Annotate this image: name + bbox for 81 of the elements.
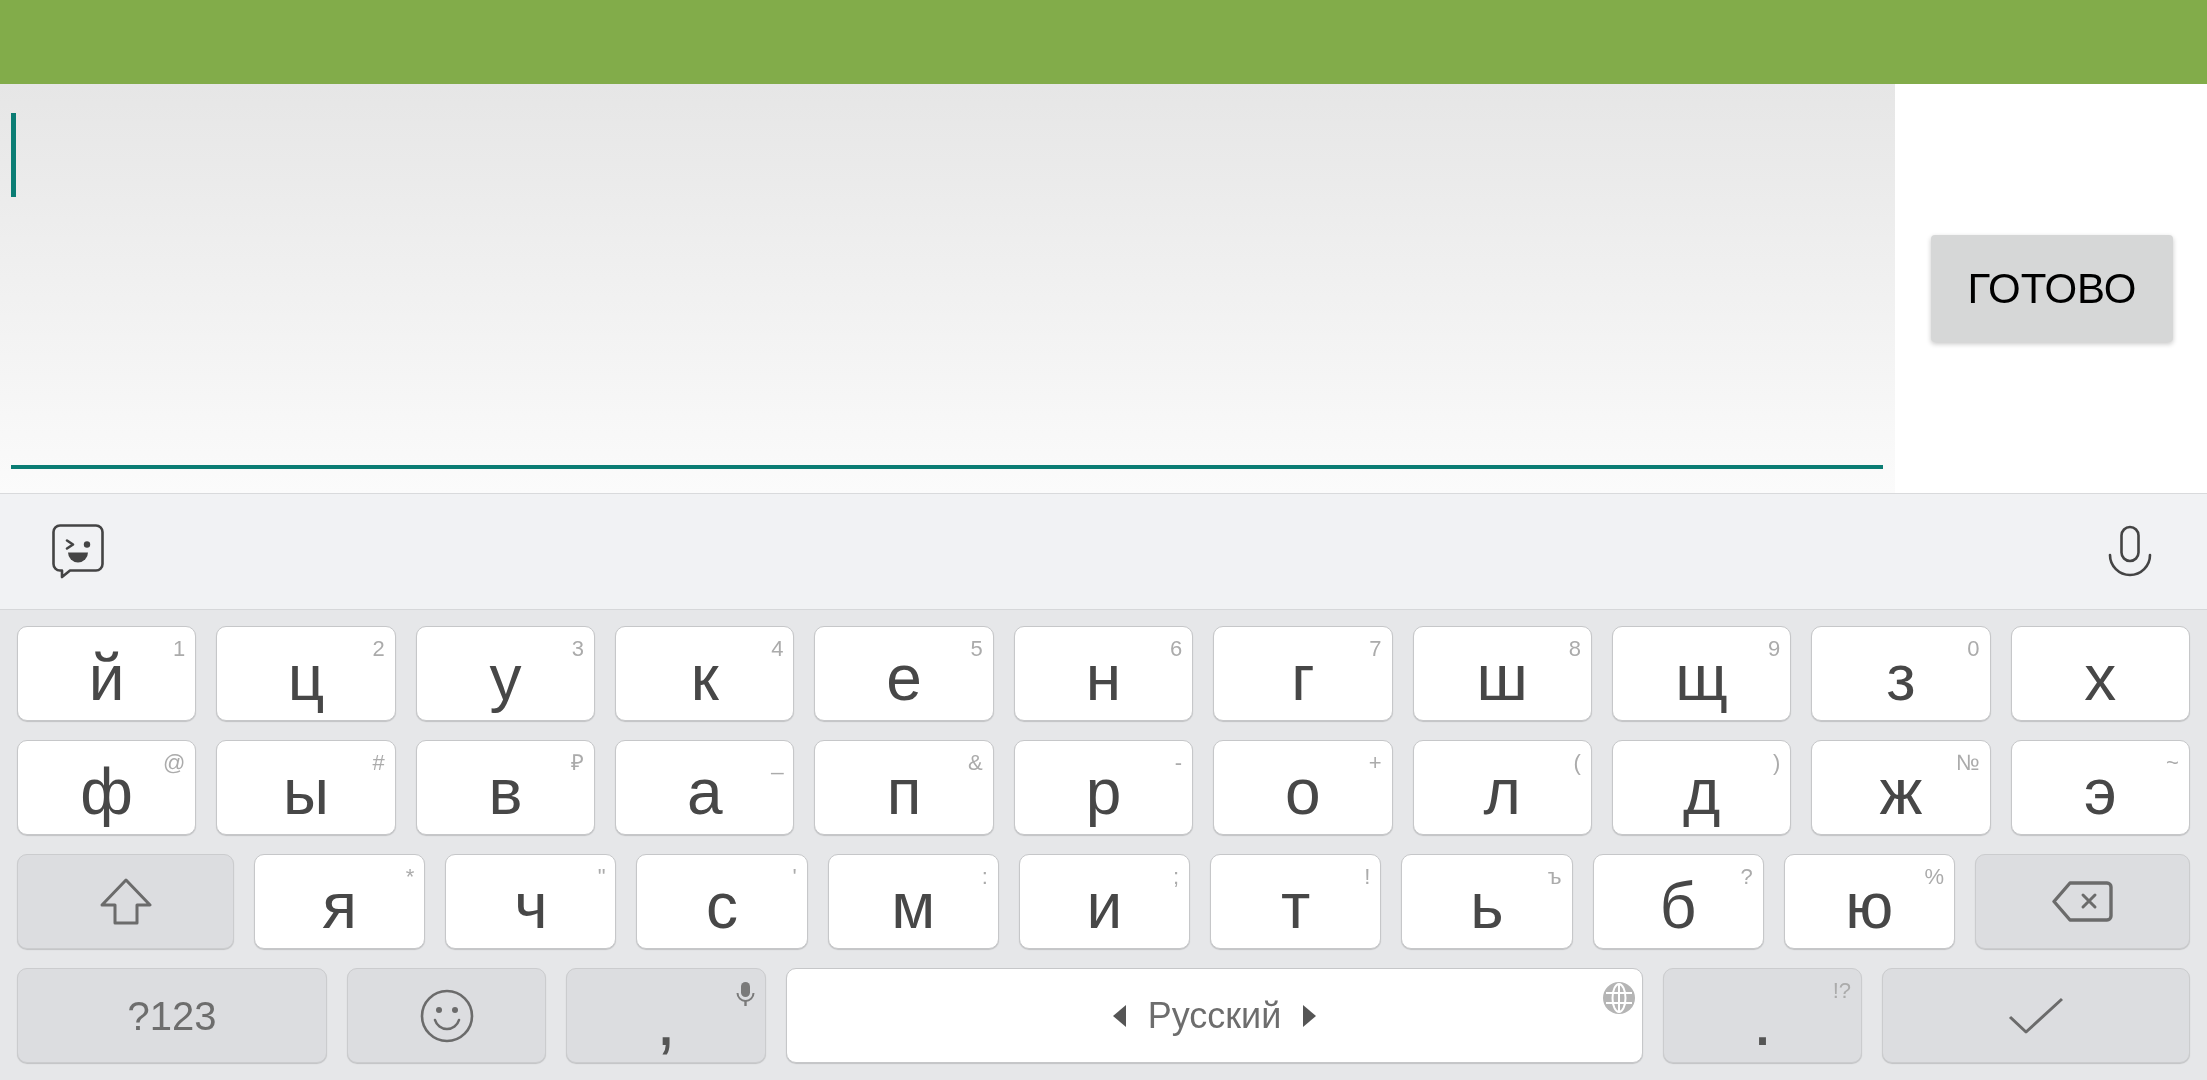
key-hint: * [405,866,415,888]
winking-bubble-icon[interactable] [52,524,104,579]
key-hint: 6 [1169,638,1183,660]
letter-key[interactable]: е 5 [814,626,994,721]
key-hint: 8 [1568,638,1581,660]
shift-arrow-icon [99,878,152,925]
key-hint: & [968,752,983,774]
caret-right-icon [1303,1004,1317,1027]
letter-key[interactable]: й 1 [17,626,197,721]
microphone-icon[interactable] [2107,524,2153,579]
letter-key[interactable]: з 0 [1811,626,1991,721]
key-hint: ; [1172,866,1180,888]
key-hint: # [372,752,385,774]
key-hint: ₽ [571,752,585,774]
key-hint: 7 [1369,638,1382,660]
key-hint: 9 [1768,638,1781,660]
letter-key[interactable]: х [2010,626,2190,721]
space-key[interactable]: Русский [786,968,1643,1063]
key-hint: ъ [1547,866,1562,888]
key-hint: - [1174,752,1183,774]
letter-key[interactable]: ф @ [17,740,197,835]
letter-key[interactable]: ш 8 [1412,626,1592,721]
period-key[interactable]: . !? [1663,968,1862,1063]
shift-key[interactable] [17,854,234,949]
text-input-field[interactable] [0,84,1895,493]
key-hint: ' [792,866,797,888]
letter-key[interactable]: г 7 [1213,626,1393,721]
key-hint: @ [163,752,186,774]
key-hint: 2 [372,638,385,660]
letter-key[interactable]: ь ъ [1401,854,1573,949]
caret-left-icon [1112,1004,1126,1027]
key-hint: 5 [970,638,983,660]
letter-key[interactable]: ю % [1783,854,1955,949]
letter-key[interactable]: п & [814,740,994,835]
letter-key[interactable]: ц 2 [216,626,396,721]
key-hint: 4 [771,638,784,660]
key-hint: 1 [173,638,186,660]
key-hint: ~ [2166,752,2179,774]
letter-key[interactable]: с ' [636,854,808,949]
key-hint: 3 [571,638,585,660]
key-hint: : [981,866,988,888]
letter-key[interactable]: в ₽ [415,740,596,835]
letter-key[interactable]: и ; [1018,854,1191,949]
letter-key[interactable]: о + [1213,740,1393,835]
key-hint: " [597,866,606,888]
letter-key[interactable]: ы # [216,740,396,835]
letter-key[interactable]: э ~ [2010,740,2190,835]
backspace-key[interactable] [1974,854,2190,949]
letter-key[interactable]: у 3 [415,626,596,721]
letter-key[interactable]: я * [254,854,426,949]
letter-key[interactable]: ч " [445,854,617,949]
key-hint: !? [1832,980,1851,1002]
letter-key[interactable]: м : [827,854,999,949]
letter-key[interactable]: ж № [1811,740,1991,835]
key-hint: 0 [1967,638,1980,660]
letter-key[interactable]: щ 9 [1611,626,1792,721]
letter-key[interactable]: а _ [615,740,795,835]
emoji-key[interactable] [347,968,546,1063]
check-icon [2008,997,2064,1034]
letter-key[interactable]: н 6 [1013,626,1194,721]
backspace-icon [2051,881,2113,922]
key-hint: ! [1364,866,1371,888]
comma-key[interactable]: , [566,968,766,1063]
key-hint: _ [771,752,784,774]
key-hint: № [1956,752,1980,774]
letter-key[interactable]: т ! [1210,854,1382,949]
smiley-icon [419,988,474,1043]
globe-icon [1603,982,1635,1014]
key-hint: ? [1740,866,1753,888]
letter-key[interactable]: д ) [1611,740,1792,835]
key-hint: ( [1573,752,1581,774]
key-hint: % [1924,866,1944,888]
symbols-key[interactable]: ?123 [17,968,327,1063]
letter-key[interactable]: к 4 [615,626,795,721]
key-hint: ) [1772,752,1781,774]
microphone-icon [736,982,755,1006]
done-button[interactable]: ГОТОВО [1931,235,2173,342]
letter-key[interactable]: л ( [1412,740,1592,835]
letter-key[interactable]: р - [1013,740,1194,835]
key-hint: + [1368,752,1382,774]
letter-key[interactable]: б ? [1592,854,1764,949]
